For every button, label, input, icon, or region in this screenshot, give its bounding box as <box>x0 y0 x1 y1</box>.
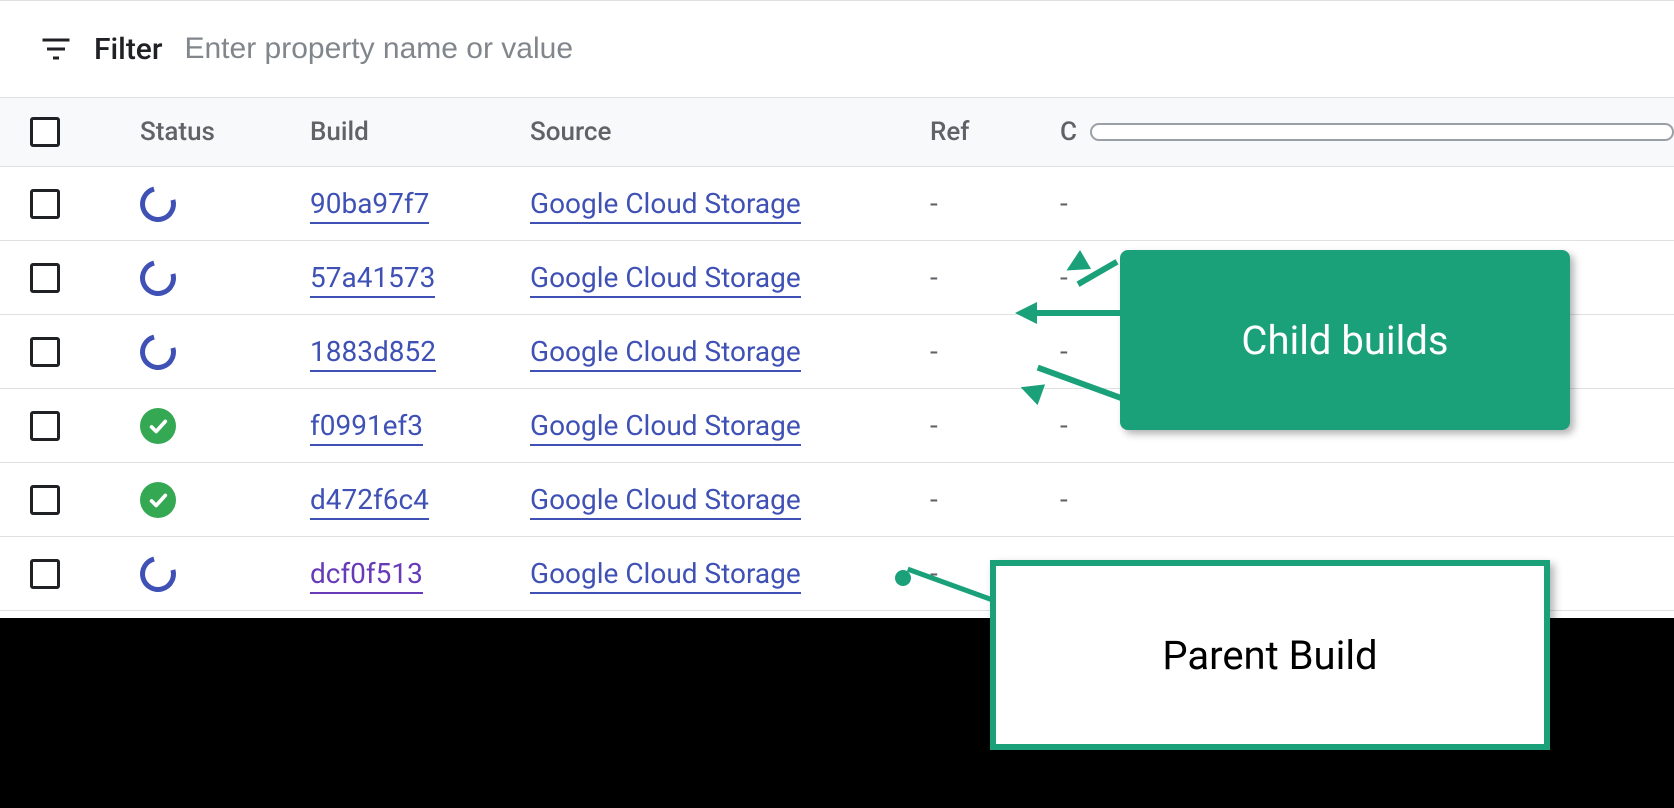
row-checkbox[interactable] <box>30 189 60 219</box>
select-all-checkbox[interactable] <box>30 117 60 147</box>
build-link[interactable]: 1883d852 <box>310 335 436 372</box>
build-link[interactable]: f0991ef3 <box>310 409 423 446</box>
c-value: - <box>1060 187 1068 220</box>
build-link[interactable]: d472f6c4 <box>310 483 429 520</box>
row-checkbox[interactable] <box>30 337 60 367</box>
row-checkbox[interactable] <box>30 559 60 589</box>
build-link[interactable]: 90ba97f7 <box>310 187 429 224</box>
spinner-icon <box>133 179 182 228</box>
col-header-c[interactable]: C <box>1060 117 1674 147</box>
callout-arrow <box>1030 310 1120 316</box>
horizontal-scrollbar[interactable] <box>1090 123 1674 141</box>
ref-value: - <box>930 557 938 590</box>
source-link[interactable]: Google Cloud Storage <box>530 557 801 594</box>
source-link[interactable]: Google Cloud Storage <box>530 261 801 298</box>
col-header-build[interactable]: Build <box>310 117 530 147</box>
source-link[interactable]: Google Cloud Storage <box>530 187 801 224</box>
table-row: 90ba97f7 Google Cloud Storage - - <box>0 167 1674 241</box>
checkmark-icon <box>140 408 176 444</box>
row-checkbox[interactable] <box>30 263 60 293</box>
build-link[interactable]: 57a41573 <box>310 261 435 298</box>
c-value: - <box>1060 409 1068 442</box>
source-link[interactable]: Google Cloud Storage <box>530 335 801 372</box>
spinner-icon <box>133 549 182 598</box>
filter-label: Filter <box>94 32 162 67</box>
filter-icon[interactable] <box>38 31 74 67</box>
callout-child-builds: Child builds <box>1120 250 1570 430</box>
callout-arrow-head <box>1015 302 1037 324</box>
callout-parent-build: Parent Build <box>990 560 1550 750</box>
ref-value: - <box>930 187 938 220</box>
table-header: Status Build Source Ref C <box>0 97 1674 167</box>
build-link[interactable]: dcf0f513 <box>310 557 423 594</box>
col-header-status[interactable]: Status <box>140 117 310 147</box>
ref-value: - <box>930 483 938 516</box>
source-link[interactable]: Google Cloud Storage <box>530 409 801 446</box>
ref-value: - <box>930 335 938 368</box>
col-header-source[interactable]: Source <box>530 117 930 147</box>
ref-value: - <box>930 261 938 294</box>
col-header-ref[interactable]: Ref <box>930 117 1060 147</box>
spinner-icon <box>133 253 182 302</box>
c-value: - <box>1060 483 1068 516</box>
filter-input[interactable] <box>182 31 1644 67</box>
callout-arrow-dot <box>895 570 911 586</box>
callout-child-text: Child builds <box>1241 317 1448 364</box>
filter-bar: Filter <box>0 0 1674 97</box>
row-checkbox[interactable] <box>30 485 60 515</box>
c-value: - <box>1060 335 1068 368</box>
row-checkbox[interactable] <box>30 411 60 441</box>
table-row: d472f6c4 Google Cloud Storage - - <box>0 463 1674 537</box>
source-link[interactable]: Google Cloud Storage <box>530 483 801 520</box>
checkmark-icon <box>140 482 176 518</box>
ref-value: - <box>930 409 938 442</box>
callout-parent-text: Parent Build <box>1162 632 1377 679</box>
spinner-icon <box>133 327 182 376</box>
